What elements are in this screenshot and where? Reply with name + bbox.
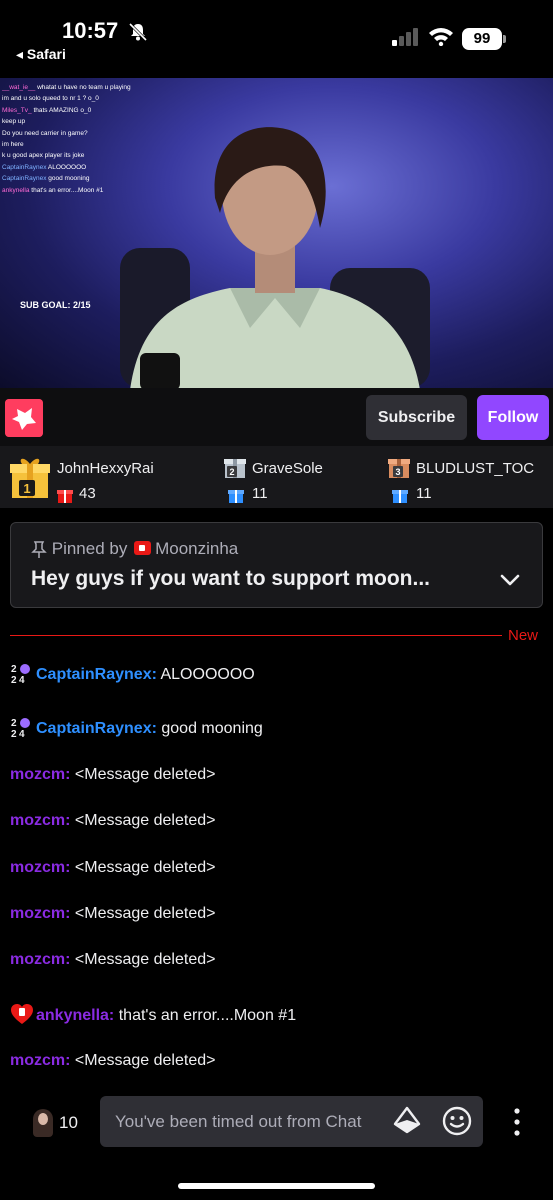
chat-text: good mooning [161, 720, 263, 737]
svg-text:2: 2 [229, 467, 234, 477]
bell-slash-icon [128, 22, 148, 42]
channel-avatar-logo[interactable] [5, 399, 43, 437]
emote-picker-icon[interactable] [442, 1106, 472, 1136]
gift-icon [57, 490, 73, 503]
svg-text:2: 2 [11, 718, 17, 729]
new-messages-label: New [508, 627, 539, 644]
svg-text:2: 2 [11, 729, 17, 738]
pinned-by-label: Pinned by [51, 539, 128, 558]
svg-text:4: 4 [19, 729, 25, 738]
gifter-count: 11 [416, 485, 432, 502]
chat-message[interactable]: mozcm: <Message deleted> [10, 766, 215, 784]
home-indicator[interactable] [178, 1183, 375, 1189]
gift-icon [228, 490, 244, 503]
bronze-gift-rank-icon: 3 [388, 459, 410, 478]
chat-text: that's an error....Moon #1 [118, 1007, 297, 1024]
pinned-by-user[interactable]: Moonzinha [155, 539, 238, 558]
chat-username[interactable]: mozcm: [10, 766, 70, 783]
chat-message[interactable]: mozcm: <Message deleted> [10, 812, 215, 830]
new-messages-divider [10, 635, 502, 636]
overlay-chat-line: im here [2, 141, 24, 149]
chat-message[interactable]: mozcm: <Message deleted> [10, 905, 215, 923]
gifter-count: 11 [252, 485, 268, 502]
chat-username[interactable]: mozcm: [10, 812, 70, 829]
chat-username[interactable]: mozcm: [10, 905, 70, 922]
silver-gift-rank-icon: 2 [224, 459, 246, 478]
chevron-down-icon[interactable] [499, 569, 521, 591]
back-to-safari-link[interactable]: ◂ Safari [16, 46, 66, 63]
viewer-avatar[interactable] [33, 1109, 53, 1137]
overlay-chat-line: keep up [2, 118, 26, 126]
pinned-by-line: Pinned by Moonzinha [31, 539, 238, 559]
chat-message[interactable]: mozcm: <Message deleted> [10, 951, 215, 969]
chat-text: <Message deleted> [74, 905, 216, 922]
chat-input[interactable] [100, 1096, 483, 1147]
follow-button[interactable]: Follow [477, 395, 549, 440]
chat-text: <Message deleted> [74, 951, 216, 968]
chat-text: <Message deleted> [74, 859, 216, 876]
chat-text: <Message deleted> [74, 812, 216, 829]
top-gifters-leaderboard: 1 JohnHexxyRai 43 2 GraveSole 11 3 BLUDL… [0, 446, 553, 508]
chat-text: <Message deleted> [74, 766, 216, 783]
chat-text: ALOOOOOO [160, 666, 255, 683]
cellular-signal-icon [392, 28, 418, 46]
subscribe-button[interactable]: Subscribe [366, 395, 467, 440]
gifter-name: JohnHexxyRai [57, 460, 154, 477]
sub-goal-label: SUB GOAL: 2/15 [20, 300, 91, 310]
chat-input-bar: 10 [0, 1085, 553, 1200]
pinned-message-text: Hey guys if you want to support moon... [31, 567, 431, 590]
bits-icon[interactable] [393, 1106, 421, 1136]
heart-badge-icon [11, 1004, 33, 1024]
battery-indicator: 99 [462, 28, 506, 50]
clock: 10:57 [62, 18, 119, 43]
overlay-chat-line: k u good apex player its joke [2, 152, 85, 160]
svg-text:2: 2 [11, 664, 17, 675]
overlay-chat-line: CaptainRaynex good mooning [2, 175, 90, 183]
svg-text:2: 2 [11, 675, 17, 684]
overlay-chat-line: Do you need carrier in game? [2, 129, 88, 137]
chat-username[interactable]: CaptainRaynex: [36, 720, 157, 737]
chat-message[interactable]: 2 2 4 CaptainRaynex: good mooning [10, 716, 263, 738]
channel-bar: Subscribe Follow [0, 388, 553, 446]
overlay-chat-line: im and u solo queed to nr 1 ? o_0 [2, 95, 99, 103]
overlay-chat-line: Miles_Tv_ thats AMAZING o_0 [2, 106, 92, 114]
gifter-count: 43 [79, 485, 96, 502]
svg-text:3: 3 [395, 467, 400, 477]
gifter-name: GraveSole [252, 460, 323, 477]
chat-username[interactable]: mozcm: [10, 859, 70, 876]
wifi-icon [429, 28, 453, 46]
pinned-message-card[interactable]: Pinned by Moonzinha Hey guys if you want… [10, 522, 543, 608]
chat-username[interactable]: ankynella: [36, 1007, 114, 1024]
chat-message[interactable]: ankynella: that's an error....Moon #1 [10, 1003, 296, 1025]
chat-username[interactable]: mozcm: [10, 951, 70, 968]
sub-badge-icon: 2 2 4 [11, 664, 30, 684]
overlay-chat-line: __wat_ie__ whatat u have no team u playi… [2, 84, 131, 91]
more-options-icon[interactable] [510, 1107, 524, 1137]
svg-text:4: 4 [19, 675, 25, 684]
overlay-chat-line: ankynella that's an error....Moon #1 [2, 186, 104, 194]
chat-username[interactable]: CaptainRaynex: [36, 666, 157, 683]
overlay-chat-line: CaptainRaynex ALOOOOOO [2, 163, 87, 171]
stream-chat-overlay: __wat_ie__ whatat u have no team u playi… [2, 82, 152, 196]
svg-text:1: 1 [23, 481, 30, 496]
chat-text: <Message deleted> [74, 1052, 216, 1069]
pin-icon [31, 540, 47, 558]
streamer-video-frame [120, 127, 430, 388]
chat-message[interactable]: mozcm: <Message deleted> [10, 859, 215, 877]
gold-gift-rank-icon: 1 [10, 458, 50, 498]
status-bar: 10:57 ◂ Safari 99 [0, 0, 553, 78]
broadcaster-badge-icon [134, 541, 152, 555]
chat-message[interactable]: mozcm: <Message deleted> [10, 1052, 215, 1070]
gifter-name: BLUDLUST_TOC [416, 460, 535, 477]
video-player[interactable]: __wat_ie__ whatat u have no team u playi… [0, 78, 553, 388]
chat-message[interactable]: 2 2 4 CaptainRaynex: ALOOOOOO [10, 662, 255, 684]
gift-icon [392, 490, 408, 503]
sub-badge-icon: 2 2 4 [11, 718, 30, 738]
chat-username[interactable]: mozcm: [10, 1052, 70, 1069]
viewer-count: 10 [59, 1113, 78, 1132]
